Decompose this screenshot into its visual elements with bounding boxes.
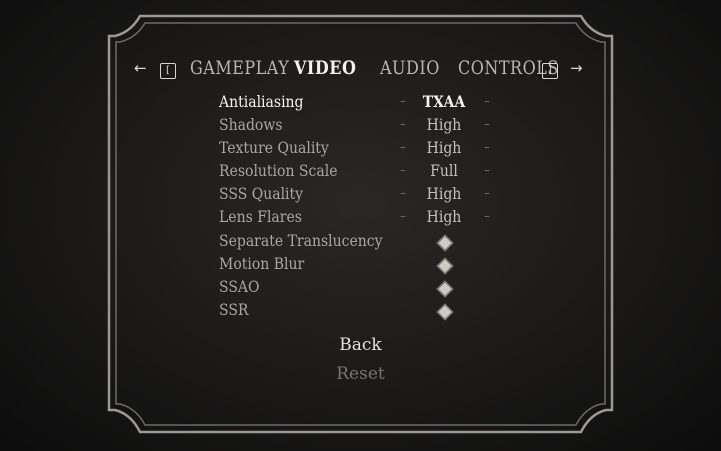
setting-lens-flares[interactable]: Lens Flares – High – xyxy=(219,209,519,231)
setting-label: Texture Quality xyxy=(219,140,329,158)
toggle-diamond-icon[interactable] xyxy=(436,280,454,298)
setting-label: SSAO xyxy=(219,279,260,297)
setting-antialiasing[interactable]: Antialiasing – TXAA – xyxy=(219,94,519,116)
decrease-button[interactable]: – xyxy=(400,186,406,200)
next-tab-key-icon: ] xyxy=(542,63,558,79)
increase-button[interactable]: – xyxy=(484,163,490,177)
setting-resolution-scale[interactable]: Resolution Scale – Full – xyxy=(219,163,519,185)
setting-value: Full xyxy=(430,163,458,181)
decrease-button[interactable]: – xyxy=(400,140,406,154)
decrease-button[interactable]: – xyxy=(400,163,406,177)
reset-button[interactable]: Reset xyxy=(0,364,721,384)
tab-video[interactable]: VIDEO xyxy=(294,57,356,79)
setting-label: Separate Translucency xyxy=(219,233,383,251)
setting-value: High xyxy=(426,186,462,204)
setting-label: SSR xyxy=(219,302,249,320)
setting-shadows[interactable]: Shadows – High – xyxy=(219,117,519,139)
setting-label: Antialiasing xyxy=(219,94,304,112)
back-button[interactable]: Back xyxy=(0,335,721,355)
setting-value: High xyxy=(426,209,462,227)
setting-sss-quality[interactable]: SSS Quality – High – xyxy=(219,186,519,208)
settings-screen: ← [ GAMEPLAY VIDEO AUDIO CONTROLS ] → An… xyxy=(0,0,721,451)
setting-value: High xyxy=(426,117,462,135)
increase-button[interactable]: – xyxy=(484,94,490,108)
decrease-button[interactable]: – xyxy=(400,117,406,131)
setting-label: SSS Quality xyxy=(219,186,304,204)
category-tabs: ← [ GAMEPLAY VIDEO AUDIO CONTROLS ] → xyxy=(128,57,596,86)
setting-label: Shadows xyxy=(219,117,283,135)
arrow-right-icon[interactable]: → xyxy=(570,59,583,77)
arrow-left-icon[interactable]: ← xyxy=(134,59,147,77)
setting-ssao[interactable]: SSAO xyxy=(219,279,519,301)
decrease-button[interactable]: – xyxy=(400,94,406,108)
setting-label: Lens Flares xyxy=(219,209,302,227)
setting-value: High xyxy=(426,140,462,158)
increase-button[interactable]: – xyxy=(484,186,490,200)
setting-separate-translucency[interactable]: Separate Translucency xyxy=(219,233,519,255)
toggle-diamond-icon[interactable] xyxy=(436,257,454,275)
tab-audio[interactable]: AUDIO xyxy=(380,57,440,79)
setting-label: Motion Blur xyxy=(219,256,305,274)
tab-gameplay[interactable]: GAMEPLAY xyxy=(190,57,289,79)
increase-button[interactable]: – xyxy=(484,209,490,223)
increase-button[interactable]: – xyxy=(484,140,490,154)
setting-motion-blur[interactable]: Motion Blur xyxy=(219,256,519,278)
decrease-button[interactable]: – xyxy=(400,209,406,223)
setting-value: TXAA xyxy=(422,94,466,112)
setting-texture-quality[interactable]: Texture Quality – High – xyxy=(219,140,519,162)
increase-button[interactable]: – xyxy=(484,117,490,131)
prev-tab-key-icon: [ xyxy=(160,63,176,79)
setting-label: Resolution Scale xyxy=(219,163,338,181)
toggle-diamond-icon[interactable] xyxy=(436,303,454,321)
toggle-diamond-icon[interactable] xyxy=(436,234,454,252)
setting-ssr[interactable]: SSR xyxy=(219,302,519,324)
